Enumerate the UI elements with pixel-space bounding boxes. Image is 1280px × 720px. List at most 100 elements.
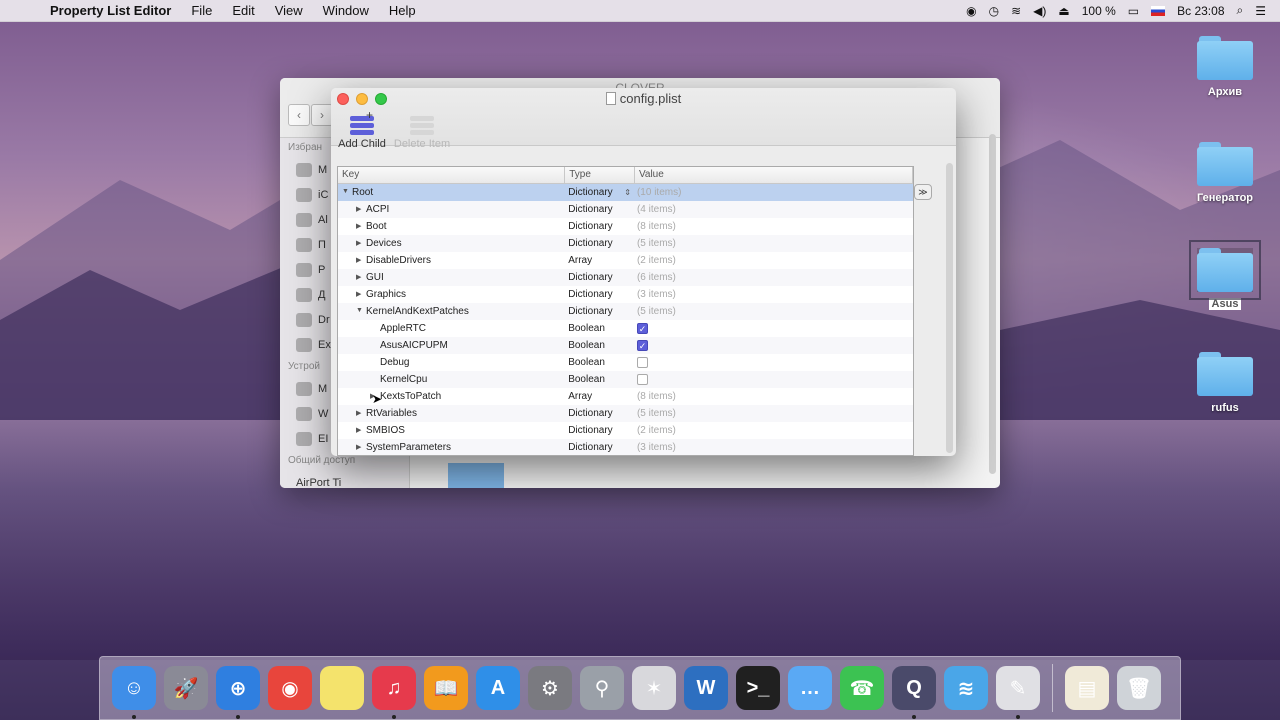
- key-cell[interactable]: AppleRTC: [338, 323, 565, 334]
- finder-scrollbar[interactable]: [989, 134, 996, 474]
- type-cell[interactable]: Array: [565, 255, 635, 266]
- volume-icon[interactable]: ◀): [1027, 4, 1052, 18]
- key-cell[interactable]: ▶ DisableDrivers: [338, 255, 565, 266]
- value-cell[interactable]: (5 items): [635, 306, 913, 317]
- table-row[interactable]: ▶ GUI Dictionary (6 items): [338, 269, 913, 286]
- type-cell[interactable]: Dictionary: [565, 221, 635, 232]
- value-cell[interactable]: (2 items): [635, 425, 913, 436]
- menu-view[interactable]: View: [265, 3, 313, 18]
- boolean-checkbox[interactable]: ✓: [636, 339, 648, 351]
- table-row[interactable]: ▼ KernelAndKextPatches Dictionary (5 items): [338, 303, 913, 320]
- disclosure-collapsed-icon[interactable]: ▶: [356, 426, 361, 434]
- disclosure-expanded-icon[interactable]: ▼: [356, 307, 363, 314]
- type-cell[interactable]: Dictionary: [565, 442, 635, 453]
- key-cell[interactable]: Debug: [338, 357, 565, 368]
- boolean-checkbox[interactable]: [636, 356, 648, 368]
- disclosure-collapsed-icon[interactable]: ▶: [356, 239, 361, 247]
- desktop-folder-rufus[interactable]: rufus: [1180, 352, 1270, 414]
- type-cell[interactable]: Dictionary: [565, 306, 635, 317]
- key-cell[interactable]: KernelCpu: [338, 374, 565, 385]
- key-cell[interactable]: AsusAICPUPM: [338, 340, 565, 351]
- key-cell[interactable]: ▼ Root: [338, 187, 565, 198]
- notification-center-icon[interactable]: ☰: [1249, 4, 1272, 18]
- column-value[interactable]: Value: [635, 167, 913, 183]
- table-row[interactable]: ▶ RtVariables Dictionary (5 items): [338, 405, 913, 422]
- type-cell[interactable]: Dictionary: [565, 425, 635, 436]
- table-row[interactable]: ▶ KextsToPatch Array (8 items): [338, 388, 913, 405]
- type-cell[interactable]: Dictionary ⇕: [565, 187, 635, 198]
- time-machine-icon[interactable]: ◷: [983, 4, 1005, 18]
- disclosure-collapsed-icon[interactable]: ▶: [356, 273, 361, 281]
- menu-file[interactable]: File: [181, 3, 222, 18]
- desktop-folder-asus[interactable]: Asus: [1180, 240, 1270, 310]
- dock-itunes-icon[interactable]: ♫: [372, 666, 416, 719]
- value-cell[interactable]: (6 items): [635, 272, 913, 283]
- battery-icon[interactable]: ▭: [1122, 4, 1145, 18]
- value-cell[interactable]: (4 items): [635, 204, 913, 215]
- forward-button[interactable]: ›: [311, 104, 333, 126]
- value-cell[interactable]: [635, 373, 913, 385]
- vertical-scrollbar[interactable]: [946, 163, 953, 453]
- dock-word-icon[interactable]: W: [684, 666, 728, 710]
- value-cell[interactable]: (3 items): [635, 289, 913, 300]
- dock-system-preferences-icon[interactable]: ⚙: [528, 666, 572, 710]
- desktop-folder-archive[interactable]: Архив: [1180, 36, 1270, 98]
- menu-help[interactable]: Help: [379, 3, 426, 18]
- value-cell[interactable]: ✓: [635, 339, 913, 351]
- type-popup-arrows-icon[interactable]: ⇕: [624, 188, 631, 197]
- delete-item-button[interactable]: Delete Item: [393, 110, 451, 150]
- dock-kext-utility-icon[interactable]: ✶: [632, 666, 676, 710]
- dock-preview-icon[interactable]: ✎: [996, 666, 1040, 719]
- key-cell[interactable]: ▶ GUI: [338, 272, 565, 283]
- table-row[interactable]: ▶ Boot Dictionary (8 items): [338, 218, 913, 235]
- key-cell[interactable]: ▶ ACPI: [338, 204, 565, 215]
- key-cell[interactable]: ▶ RtVariables: [338, 408, 565, 419]
- table-row[interactable]: KernelCpu Boolean: [338, 371, 913, 388]
- clock[interactable]: Вс 23:08: [1171, 4, 1230, 18]
- disclosure-expanded-icon[interactable]: ▼: [342, 188, 349, 195]
- table-row[interactable]: ▶ SMBIOS Dictionary (2 items): [338, 422, 913, 439]
- type-cell[interactable]: Array: [565, 391, 635, 402]
- value-cell[interactable]: ✓: [635, 322, 913, 334]
- dock-launchpad-icon[interactable]: 🚀: [164, 666, 208, 710]
- key-cell[interactable]: ▶ Graphics: [338, 289, 565, 300]
- table-row[interactable]: AsusAICPUPM Boolean ✓: [338, 337, 913, 354]
- table-row[interactable]: ▶ DisableDrivers Array (2 items): [338, 252, 913, 269]
- dock-quicktime-icon[interactable]: Q: [892, 666, 936, 719]
- menu-window[interactable]: Window: [313, 3, 379, 18]
- table-row[interactable]: Debug Boolean: [338, 354, 913, 371]
- table-row[interactable]: ▶ Graphics Dictionary (3 items): [338, 286, 913, 303]
- desktop-folder-generator[interactable]: Генератор: [1180, 142, 1270, 204]
- eject-icon[interactable]: ⏏: [1052, 4, 1075, 18]
- key-cell[interactable]: ▶ Devices: [338, 238, 565, 249]
- disclosure-collapsed-icon[interactable]: ▶: [356, 222, 361, 230]
- disclosure-collapsed-icon[interactable]: ▶: [356, 290, 361, 298]
- add-child-button[interactable]: + Add Child: [333, 108, 391, 150]
- dock-messages-icon[interactable]: …: [788, 666, 832, 710]
- boolean-checkbox[interactable]: [636, 373, 648, 385]
- type-cell[interactable]: Dictionary: [565, 204, 635, 215]
- value-cell[interactable]: (8 items): [635, 221, 913, 232]
- wifi-icon[interactable]: ≋: [1005, 4, 1027, 18]
- key-cell[interactable]: ▶ SystemParameters: [338, 442, 565, 453]
- table-row[interactable]: AppleRTC Boolean ✓: [338, 320, 913, 337]
- column-type[interactable]: Type: [565, 167, 635, 183]
- type-cell[interactable]: Boolean: [565, 357, 635, 368]
- type-cell[interactable]: Dictionary: [565, 289, 635, 300]
- disclosure-collapsed-icon[interactable]: ▶: [356, 205, 361, 213]
- disclosure-collapsed-icon[interactable]: ▶: [356, 256, 361, 264]
- type-cell[interactable]: Boolean: [565, 323, 635, 334]
- table-row[interactable]: ▼ Root Dictionary ⇕ (10 items): [338, 184, 913, 201]
- spotlight-icon[interactable]: ⌕: [1231, 3, 1250, 18]
- type-cell[interactable]: Dictionary: [565, 238, 635, 249]
- dock-chrome-icon[interactable]: ◉: [268, 666, 312, 710]
- dock-terminal-icon[interactable]: >_: [736, 666, 780, 710]
- dock-notes-icon[interactable]: [320, 666, 364, 710]
- dock-finder-icon[interactable]: ☺: [112, 666, 156, 719]
- type-cell[interactable]: Boolean: [565, 374, 635, 385]
- app-menu[interactable]: Property List Editor: [44, 3, 181, 18]
- value-cell[interactable]: (8 items): [635, 391, 913, 402]
- key-cell[interactable]: ▶ Boot: [338, 221, 565, 232]
- finder-folder-thumb[interactable]: [448, 463, 504, 488]
- key-cell[interactable]: ▼ KernelAndKextPatches: [338, 306, 565, 317]
